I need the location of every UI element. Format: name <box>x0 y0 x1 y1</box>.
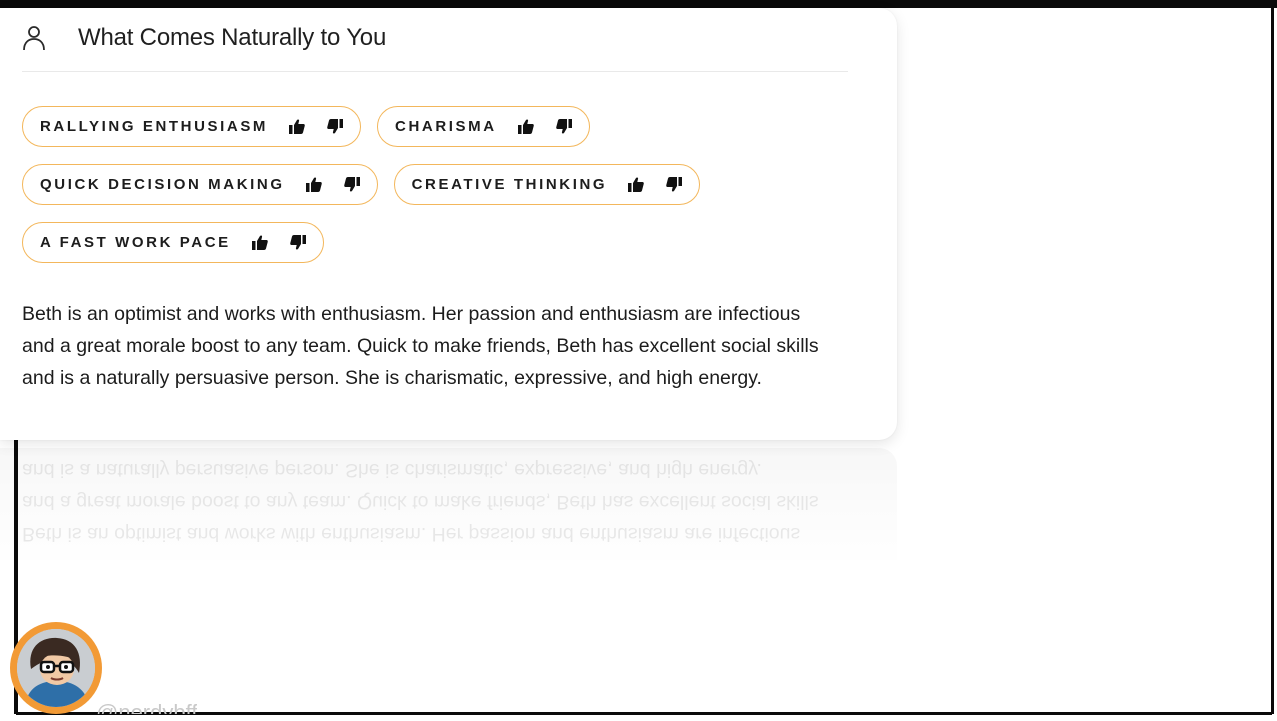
tag-row: QUICK DECISION MAKING CREATIVE THINKING <box>22 164 862 206</box>
card-title: What Comes Naturally to You <box>78 24 387 51</box>
avatar <box>10 622 102 714</box>
tag-quick-decision-making: QUICK DECISION MAKING <box>22 164 378 205</box>
thumbs-down-icon[interactable] <box>287 233 309 253</box>
tag-label: QUICK DECISION MAKING <box>40 176 285 193</box>
tag-a-fast-work-pace: A FAST WORK PACE <box>22 222 324 263</box>
tag-row: A FAST WORK PACE <box>22 222 862 264</box>
watermark-handle: @nerdybff <box>96 700 198 714</box>
header-divider <box>22 71 848 72</box>
tag-row: RALLYING ENTHUSIASM CHARISMA <box>22 106 862 148</box>
thumbs-down-icon[interactable] <box>324 117 346 137</box>
tag-rallying-enthusiasm: RALLYING ENTHUSIASM <box>22 106 362 147</box>
thumbs-down-icon[interactable] <box>341 175 363 195</box>
thumbs-up-icon[interactable] <box>286 117 308 137</box>
strengths-card: What Comes Naturally to You RALLYING ENT… <box>0 8 897 440</box>
frame-right-border <box>1271 0 1274 714</box>
tag-label: A FAST WORK PACE <box>40 234 231 251</box>
thumbs-up-icon[interactable] <box>249 233 271 253</box>
thumbs-up-icon[interactable] <box>515 117 537 137</box>
strengths-description: Beth is an optimist and works with enthu… <box>22 303 819 389</box>
frame-top-border <box>0 0 1277 8</box>
user-icon <box>22 22 54 54</box>
tag-charisma: CHARISMA <box>377 106 590 147</box>
thumbs-down-icon[interactable] <box>663 175 685 195</box>
tag-label: CREATIVE THINKING <box>411 176 608 193</box>
frame-bottom-border <box>16 712 1272 715</box>
avatar-image <box>17 629 95 707</box>
tag-label: RALLYING ENTHUSIASM <box>40 118 269 135</box>
tag-creative-thinking: CREATIVE THINKING <box>393 164 701 205</box>
card-header: What Comes Naturally to You <box>22 18 386 58</box>
thumbs-down-icon[interactable] <box>553 117 575 137</box>
thumbs-up-icon[interactable] <box>625 175 647 195</box>
card-reflection <box>0 448 897 568</box>
tag-label: CHARISMA <box>395 118 497 135</box>
strength-tags: RALLYING ENTHUSIASM CHARISMA QUICK DECIS… <box>22 106 862 280</box>
thumbs-up-icon[interactable] <box>303 175 325 195</box>
